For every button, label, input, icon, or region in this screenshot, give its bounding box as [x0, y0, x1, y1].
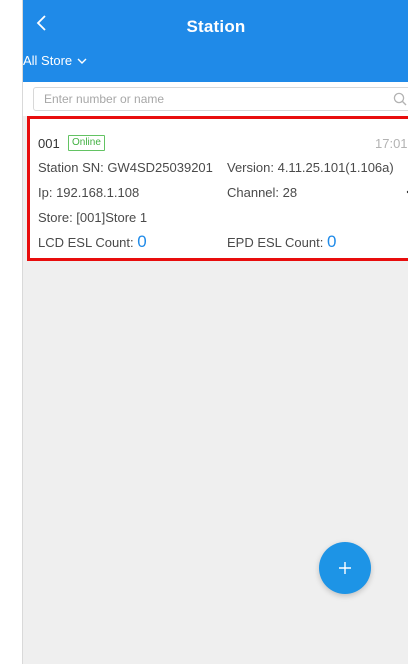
station-version: Version: 4.11.25.101(1.106a) [227, 160, 394, 175]
epd-count-value[interactable]: 0 [327, 232, 336, 251]
add-station-button[interactable] [319, 542, 371, 594]
station-time: 17:01 [375, 136, 408, 151]
station-store: Store: [001]Store 1 [38, 210, 148, 225]
epd-count-label: EPD ESL Count: [227, 235, 327, 250]
plus-icon [339, 562, 351, 574]
store-filter-dropdown[interactable]: All Store [23, 53, 88, 68]
lcd-count-label: LCD ESL Count: [38, 235, 138, 250]
top-bar: Station All Store [23, 0, 408, 82]
epd-count-row: EPD ESL Count: 0 [227, 232, 336, 252]
station-channel: Channel: 28 [227, 185, 298, 200]
station-screen: Station All Store 001 Online 17:01 Stati… [22, 0, 408, 664]
search-bar [23, 82, 408, 116]
station-code: 001 [38, 136, 60, 151]
station-sn: Station SN: GW4SD25039201 [38, 160, 213, 175]
search-input[interactable] [33, 87, 408, 111]
lcd-count-row: LCD ESL Count: 0 [38, 232, 147, 252]
store-filter-label: All Store [23, 53, 73, 68]
station-ip: Ip: 192.168.1.108 [38, 185, 140, 200]
status-badge: Online [68, 135, 105, 151]
page-title: Station [186, 17, 246, 36]
station-card[interactable]: 001 Online 17:01 Station SN: GW4SD250392… [27, 116, 408, 261]
chevron-down-icon [77, 58, 87, 64]
left-margin [0, 0, 22, 664]
search-icon[interactable] [393, 92, 407, 106]
lcd-count-value[interactable]: 0 [137, 232, 146, 251]
